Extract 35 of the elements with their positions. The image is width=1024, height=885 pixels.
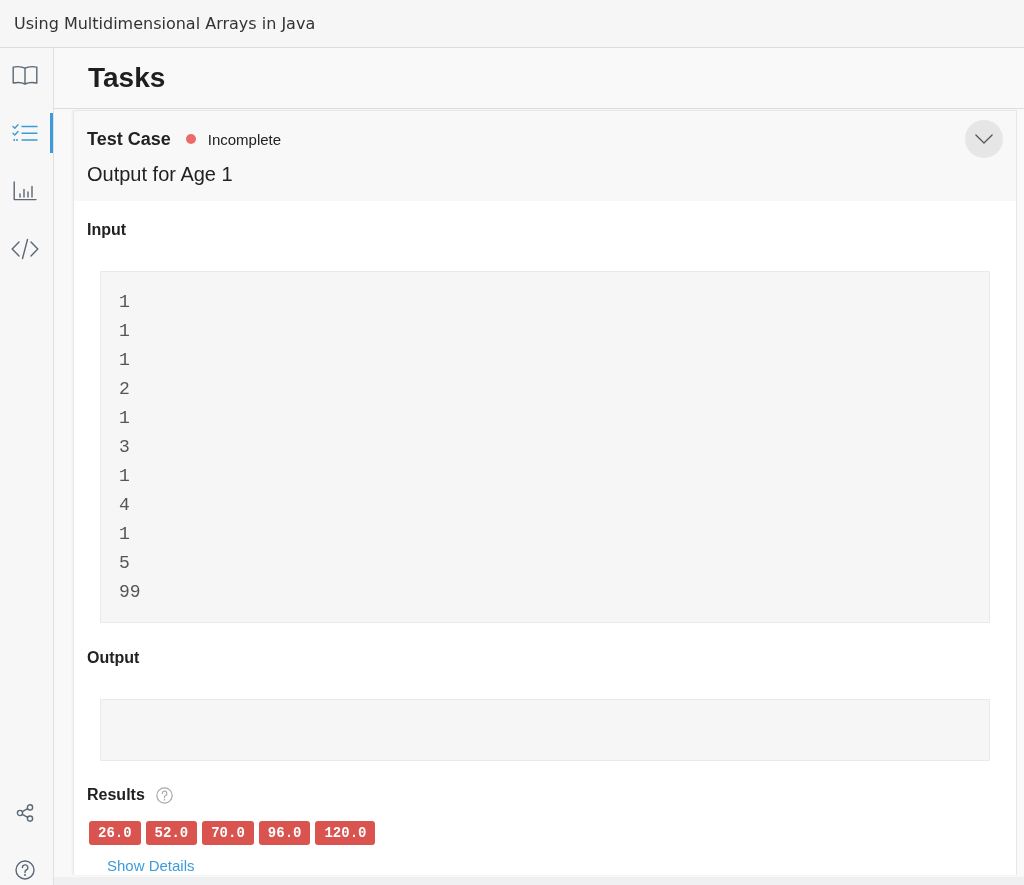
share-icon	[16, 804, 34, 822]
input-line: 1	[119, 348, 131, 372]
help-icon	[15, 860, 35, 880]
card-label: Test Case	[87, 128, 171, 150]
result-badge: 52.0	[145, 821, 198, 845]
input-line: 4	[119, 493, 131, 517]
result-badge: 70.0	[202, 821, 254, 845]
section-label: Results	[87, 785, 145, 805]
status-dot-icon	[185, 134, 196, 144]
expand-button[interactable]	[965, 120, 1003, 158]
input-line: 1	[119, 522, 131, 546]
bar-chart-icon	[13, 181, 37, 201]
result-badge: 120.0	[315, 821, 376, 845]
status-text: Incomplete	[207, 130, 282, 148]
section-label: Input	[87, 220, 128, 240]
result-badge: 96.0	[258, 821, 311, 845]
checklist-icon	[12, 123, 38, 143]
input-line: 99	[119, 580, 142, 604]
input-line: 1	[119, 406, 131, 430]
page-title: Tasks	[88, 62, 166, 94]
input-line: 1	[119, 290, 131, 314]
section-label: Output	[87, 648, 141, 668]
show-details-link[interactable]: Show Details	[107, 857, 195, 874]
input-line: 2	[119, 377, 131, 401]
input-line: 3	[119, 435, 131, 459]
book-icon	[12, 65, 38, 85]
input-line: 1	[119, 464, 131, 488]
test-case-title: Output for Age 1	[87, 162, 234, 186]
result-badge: 26.0	[89, 821, 141, 845]
input-line: 1	[119, 319, 131, 343]
window-title: Using Multidimensional Arrays in Java	[14, 14, 316, 33]
input-line: 5	[119, 551, 131, 575]
code-icon	[11, 238, 39, 260]
chevron-down-icon	[975, 134, 993, 144]
help-icon	[155, 786, 173, 804]
